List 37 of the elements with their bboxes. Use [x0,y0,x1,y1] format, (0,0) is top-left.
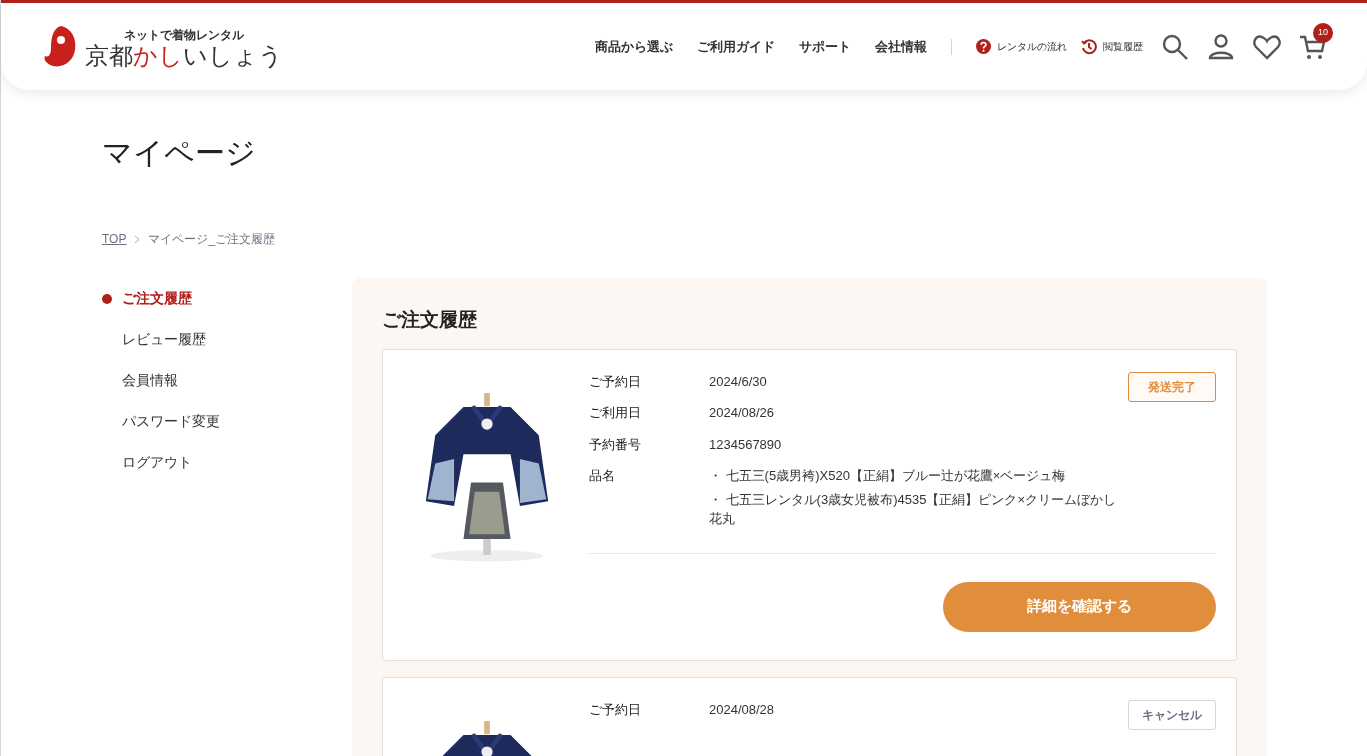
field-value: 2024/6/30 [709,372,767,391]
user-icon[interactable] [1207,32,1235,61]
section-title: ご注文履歴 [382,308,478,332]
field-value: ・ 七五三(5歳男袴)X520【正絹】ブルー辻が花鷹×ベージュ梅 [709,467,1067,485]
field-value: 2024/08/28 [709,700,775,719]
field-label: ご予約日 [589,372,642,391]
field-value: 1234567890 [709,435,782,454]
nav-link[interactable]: サポート [799,36,851,57]
status-badge[interactable]: キャンセル [1128,699,1216,730]
nav-link[interactable]: ご利用ガイド [697,36,775,57]
search-icon[interactable] [1161,32,1189,61]
logo-tagline: ネットで着物レンタル [124,26,244,44]
cart-count-badge: 10 [1313,22,1333,43]
sidebar-item[interactable]: ご注文履歴 [122,288,192,309]
sidebar-item[interactable]: パスワード変更 [122,411,220,432]
status-badge: 発送完了 [1128,371,1216,402]
header-link[interactable]: レンタルの流れ [997,39,1067,54]
field-value: ・ 七五三レンタル(3歳女児被布)4535【正絹】ピンク×クリームぼかし花丸 [709,490,1117,528]
field-label: 品名 [589,467,616,485]
page-title: マイページ [102,138,257,168]
chevron-icon [134,234,141,244]
history-icon [1081,38,1097,55]
nav-link[interactable]: 商品から選ぶ [595,36,673,57]
header-link[interactable]: 閲覧履歴 [1103,39,1143,54]
field-label: 予約番号 [589,435,642,454]
heart-icon[interactable] [1253,33,1281,60]
sidebar-item[interactable]: レビュー履歴 [122,329,206,350]
nav-link[interactable]: 会社情報 [875,36,927,57]
field-label: ご予約日 [589,700,642,719]
sidebar-item[interactable]: 会員情報 [122,370,178,391]
help-icon [976,39,991,54]
logo-text[interactable]: 京都かし いしょう [85,43,283,68]
field-value: 2024/08/26 [709,404,775,422]
field-label: ご利用日 [589,404,642,422]
sidebar-item[interactable]: ログアウト [122,452,192,473]
breadcrumb-link[interactable]: TOP [102,230,127,248]
breadcrumb-current: マイページ_ご注文履歴 [148,231,276,248]
